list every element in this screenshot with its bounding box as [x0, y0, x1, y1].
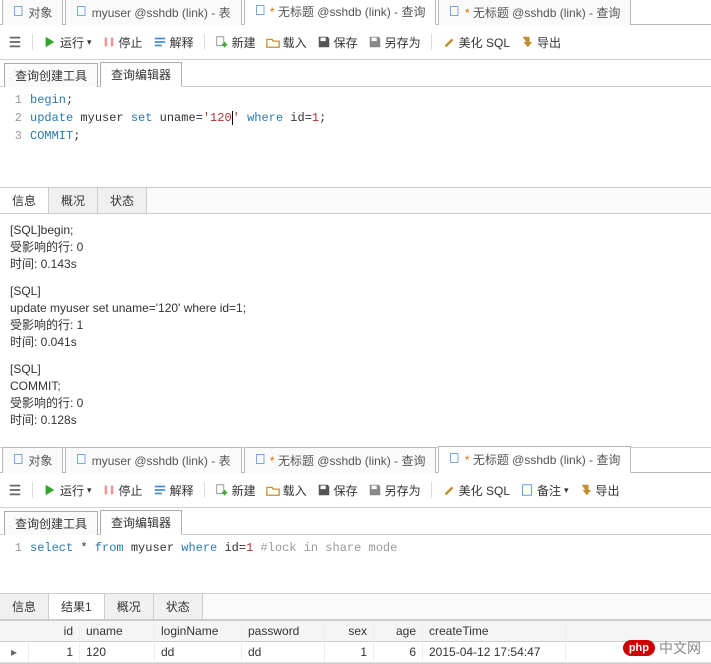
document-tab[interactable]: myuser @sshdb (link) - 表: [65, 0, 241, 25]
stop-button[interactable]: 停止: [102, 482, 143, 499]
load-button[interactable]: 载入: [266, 482, 307, 499]
explain-button[interactable]: 解释: [153, 482, 194, 499]
sql-editor[interactable]: 1select * from myuser where id=1 #lock i…: [0, 535, 711, 565]
document-icon: [255, 454, 270, 468]
document-tab[interactable]: * 无标题 @sshdb (link) - 查询: [244, 447, 437, 473]
toolbar: 运行▾ 停止 解释 新建 载入 保存 另存为 美化 SQL 备注▾ 导出: [0, 473, 711, 508]
export-button[interactable]: 导出: [579, 482, 620, 499]
table-row: ▸ 1 120 dd dd 1 6 2015-04-12 17:54:47: [0, 642, 711, 663]
explain-button[interactable]: 解释: [153, 34, 194, 51]
document-icon: [449, 6, 464, 20]
document-tab[interactable]: * 无标题 @sshdb (link) - 查询: [438, 0, 631, 25]
beautify-button[interactable]: 美化 SQL: [442, 34, 510, 51]
col-createtime[interactable]: createTime: [423, 622, 566, 640]
col-uname[interactable]: uname: [80, 622, 155, 640]
sub-tab[interactable]: 查询创建工具: [4, 511, 98, 535]
run-button[interactable]: 运行▾: [43, 34, 92, 51]
output-panel: [SQL]begin;受影响的行: 0时间: 0.143s[SQL]update…: [0, 214, 711, 447]
document-icon: [76, 6, 91, 20]
saveas-button[interactable]: 另存为: [368, 482, 421, 499]
load-button[interactable]: 载入: [266, 34, 307, 51]
document-icon: [76, 454, 91, 468]
sub-tab[interactable]: 查询编辑器: [100, 62, 182, 87]
save-button[interactable]: 保存: [317, 482, 358, 499]
col-sex[interactable]: sex: [325, 622, 374, 640]
output-tab[interactable]: 信息: [0, 188, 49, 213]
document-tab[interactable]: myuser @sshdb (link) - 表: [65, 447, 241, 473]
document-tab[interactable]: 对象: [2, 447, 63, 473]
document-icon: [13, 454, 28, 468]
sub-tab[interactable]: 查询编辑器: [100, 510, 182, 535]
col-loginname[interactable]: loginName: [155, 622, 242, 640]
col-password[interactable]: password: [242, 622, 325, 640]
output-tab[interactable]: 概况: [49, 188, 98, 213]
output-tab[interactable]: 信息: [0, 594, 49, 619]
document-icon: [449, 453, 464, 467]
sub-tab[interactable]: 查询创建工具: [4, 63, 98, 87]
toolbar: 运行▾ 停止 解释 新建 载入 保存 另存为 美化 SQL 导出: [0, 25, 711, 60]
watermark: php 中文网: [623, 638, 701, 658]
saveas-button[interactable]: 另存为: [368, 34, 421, 51]
output-tab[interactable]: 状态: [98, 188, 147, 213]
document-tab[interactable]: * 无标题 @sshdb (link) - 查询: [438, 446, 631, 473]
col-id[interactable]: id: [29, 622, 80, 640]
create-button[interactable]: 新建: [215, 34, 256, 51]
output-tab[interactable]: 概况: [105, 594, 154, 619]
save-button[interactable]: 保存: [317, 34, 358, 51]
notes-button[interactable]: 备注▾: [520, 482, 569, 499]
sql-editor[interactable]: 1begin;2update myuser set uname='120' wh…: [0, 87, 711, 153]
document-icon: [13, 6, 28, 20]
document-tab[interactable]: 对象: [2, 0, 63, 25]
output-tab[interactable]: 状态: [154, 594, 203, 619]
stop-button[interactable]: 停止: [102, 34, 143, 51]
document-icon: [255, 5, 270, 19]
result-grid[interactable]: id uname loginName password sex age crea…: [0, 620, 711, 663]
row-pointer-icon: ▸: [0, 643, 29, 661]
beautify-button[interactable]: 美化 SQL: [442, 482, 510, 499]
menu-button[interactable]: [8, 35, 22, 49]
export-button[interactable]: 导出: [520, 34, 561, 51]
create-button[interactable]: 新建: [215, 482, 256, 499]
run-button[interactable]: 运行▾: [43, 482, 92, 499]
output-tab[interactable]: 结果1: [49, 594, 105, 619]
col-age[interactable]: age: [374, 622, 423, 640]
document-tab[interactable]: * 无标题 @sshdb (link) - 查询: [244, 0, 437, 25]
menu-button[interactable]: [8, 483, 22, 497]
